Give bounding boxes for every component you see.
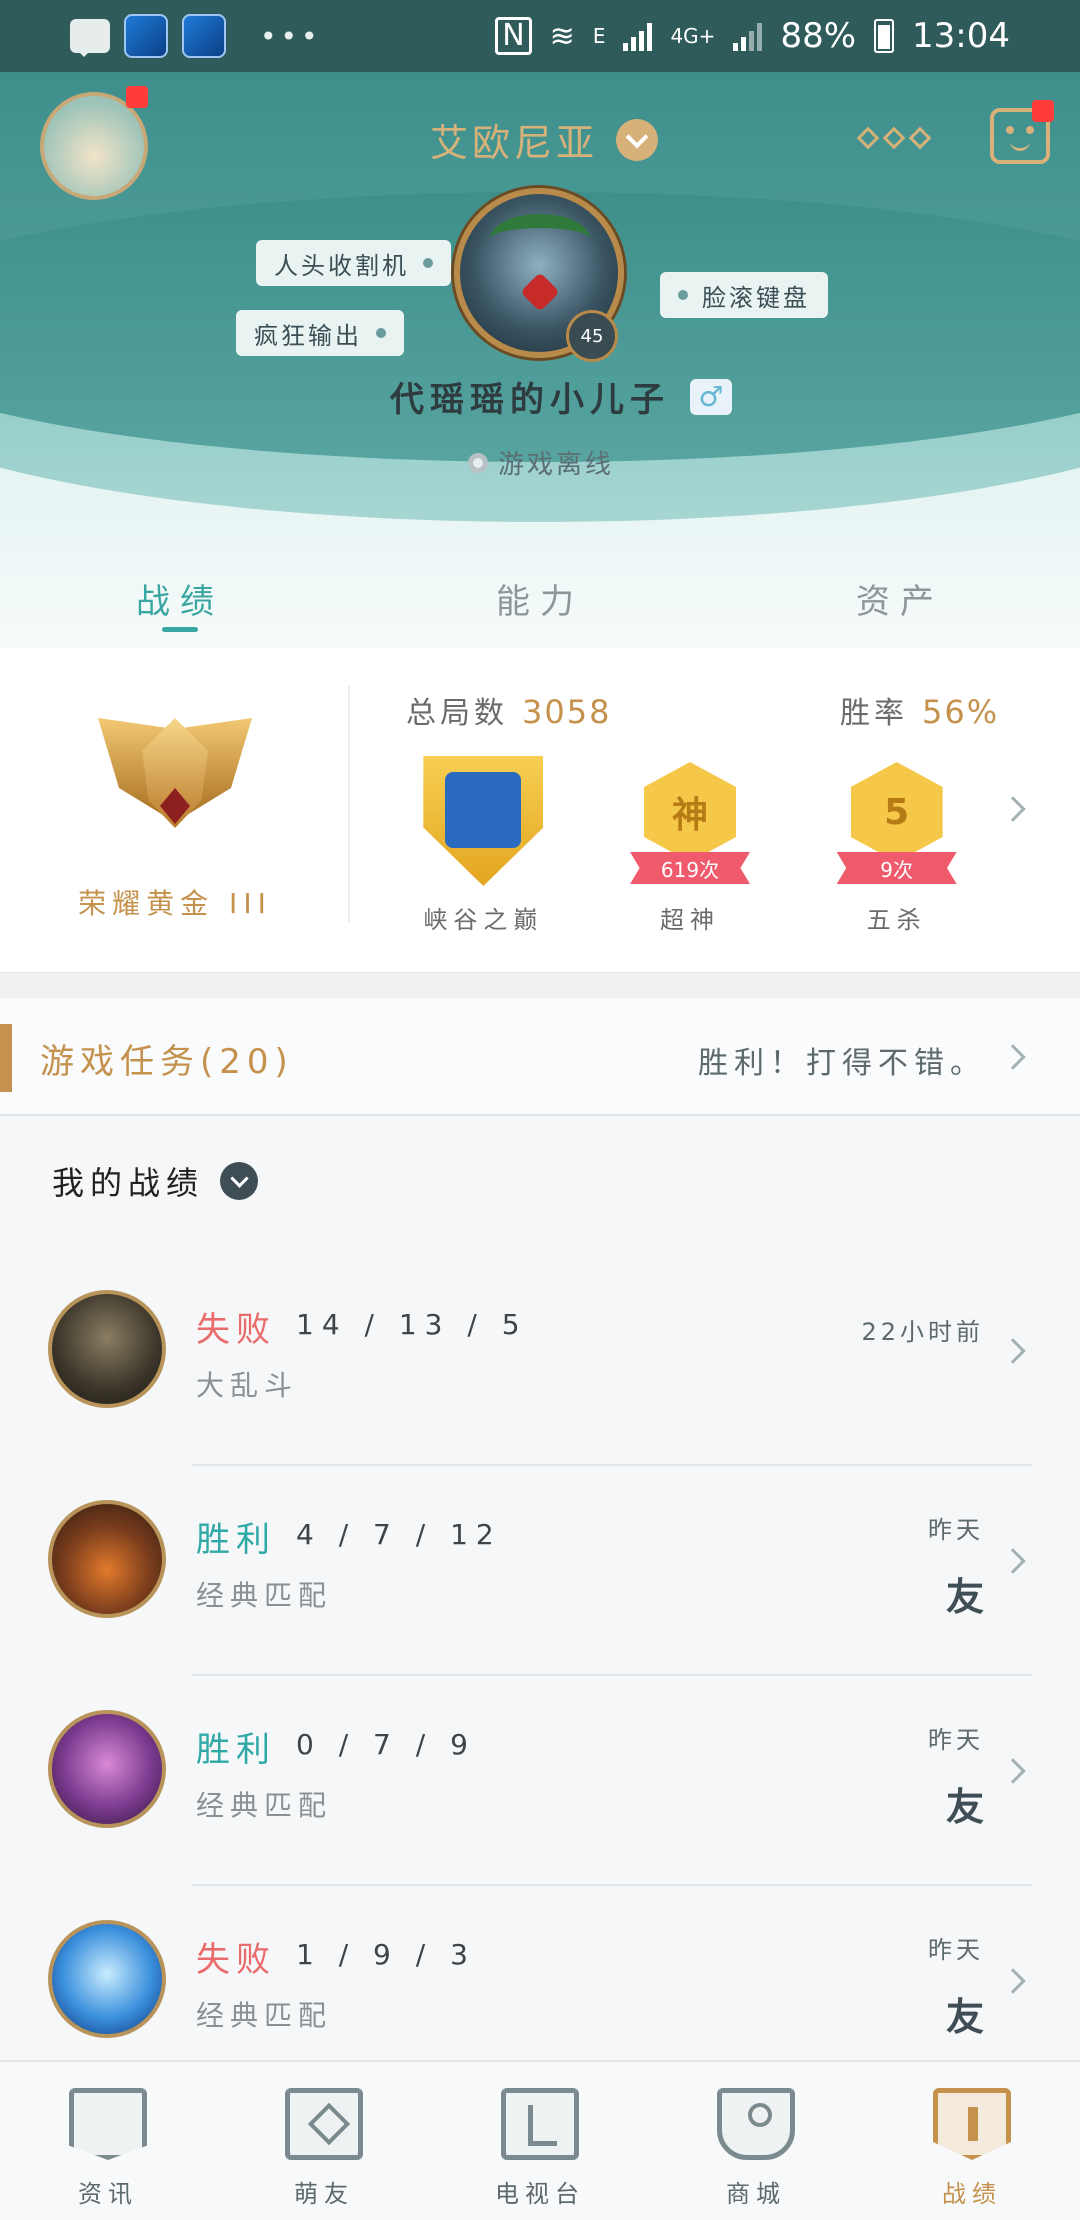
news-icon bbox=[69, 2088, 147, 2160]
battery-percent: 88% bbox=[780, 16, 857, 56]
nickname: 代瑶瑶的小儿子 ♂ bbox=[390, 372, 732, 421]
online-status: 游戏离线 bbox=[468, 444, 614, 481]
nav-record[interactable]: 战绩 bbox=[864, 2062, 1080, 2220]
nav-news[interactable]: 资讯 bbox=[0, 2062, 216, 2220]
bottom-navigation: 资讯 萌友 电视台 商城 战绩 bbox=[0, 2060, 1080, 2220]
match-time: 昨天 bbox=[928, 1726, 984, 1754]
battery-icon bbox=[874, 19, 895, 53]
message-notification-icon bbox=[70, 19, 110, 57]
match-mode: 经典匹配 bbox=[196, 1999, 333, 2032]
match-history-filter[interactable]: 我的战绩 bbox=[52, 1158, 259, 1204]
friend-badge: 友 bbox=[945, 1995, 984, 2039]
champion-avatar bbox=[48, 1710, 166, 1828]
match-kda: 1 / 9 / 3 bbox=[296, 1938, 476, 1971]
chevron-right-icon bbox=[1000, 1758, 1026, 1784]
match-row[interactable]: 胜利 4 / 7 / 12 经典匹配 昨天 友 bbox=[0, 1466, 1080, 1676]
chevron-right-icon bbox=[1000, 1548, 1026, 1574]
match-result: 胜利 bbox=[196, 1730, 276, 1770]
shop-bag-icon bbox=[717, 2088, 795, 2160]
more-notifications-icon: ••• bbox=[260, 19, 322, 53]
nav-friends[interactable]: 萌友 bbox=[216, 2062, 432, 2220]
match-result: 失败 bbox=[196, 1940, 276, 1980]
user-avatar[interactable] bbox=[40, 92, 148, 200]
tab-ability[interactable]: 能力 bbox=[360, 548, 720, 648]
match-kda: 4 / 7 / 12 bbox=[296, 1518, 502, 1551]
match-time: 昨天 bbox=[928, 1516, 984, 1544]
offline-indicator-icon bbox=[468, 452, 488, 473]
tab-assets[interactable]: 资产 bbox=[720, 548, 1080, 648]
badge-legendary: 神 619次 超神 bbox=[587, 756, 794, 935]
rank-name: 荣耀黄金 III bbox=[78, 887, 272, 920]
chevron-down-icon bbox=[616, 118, 659, 161]
summit-badge-icon bbox=[423, 756, 544, 886]
app-notification-icon bbox=[124, 14, 168, 58]
tag-chip: 人头收割机 bbox=[256, 240, 451, 286]
gender-male-icon: ♂ bbox=[690, 378, 732, 415]
champion-avatar bbox=[48, 1920, 166, 2038]
match-mode: 经典匹配 bbox=[196, 1789, 333, 1822]
friend-badge: 友 bbox=[945, 1785, 984, 1829]
champion-avatar bbox=[48, 1290, 166, 1408]
signal-icon-2 bbox=[733, 21, 763, 51]
assistant-notification-dot bbox=[1032, 100, 1054, 122]
chevron-right-icon[interactable] bbox=[1000, 796, 1026, 822]
stats-card[interactable]: 荣耀黄金 III 总局数 3058 胜率 56% 峡谷之巅 神 619次 超神 … bbox=[0, 648, 1080, 972]
badge-summit: 峡谷之巅 bbox=[380, 756, 587, 935]
network-type-e: E bbox=[592, 24, 606, 48]
server-name: 艾欧尼亚 bbox=[430, 121, 599, 165]
nfc-icon: N bbox=[495, 17, 532, 55]
match-mode: 经典匹配 bbox=[196, 1579, 333, 1612]
clock: 13:04 bbox=[912, 16, 1010, 56]
tab-record[interactable]: 战绩 bbox=[0, 548, 360, 648]
signal-icon bbox=[623, 21, 653, 51]
friend-badge: 友 bbox=[945, 1575, 984, 1619]
nav-shop[interactable]: 商城 bbox=[648, 2062, 864, 2220]
match-kda: 14 / 13 / 5 bbox=[296, 1308, 528, 1341]
app-notification-icon-2 bbox=[182, 14, 226, 58]
tag-chip: 脸滚键盘 bbox=[660, 272, 828, 318]
match-kda: 0 / 7 / 9 bbox=[296, 1728, 476, 1761]
chevron-right-icon bbox=[1000, 1338, 1026, 1364]
tag-chip: 疯狂输出 bbox=[236, 310, 404, 356]
chevron-right-icon bbox=[1000, 1968, 1026, 1994]
achievement-badges: 峡谷之巅 神 619次 超神 5 9次 五杀 bbox=[380, 756, 1000, 935]
match-result: 失败 bbox=[196, 1310, 276, 1350]
tv-icon bbox=[501, 2088, 579, 2160]
more-options-icon[interactable] bbox=[856, 126, 932, 150]
total-games: 总局数 3058 bbox=[406, 693, 612, 731]
nav-tv[interactable]: 电视台 bbox=[432, 2062, 648, 2220]
wifi-icon: ≋ bbox=[549, 18, 575, 54]
badge-pentakill: 5 9次 五杀 bbox=[793, 756, 1000, 935]
tasks-title: 游戏任务(20) bbox=[40, 1042, 294, 1082]
game-tasks-row[interactable]: 游戏任务(20) 胜利！打得不错。 bbox=[0, 998, 1080, 1116]
match-row[interactable]: 失败 14 / 13 / 5 大乱斗 22小时前 bbox=[0, 1256, 1080, 1466]
match-time: 22小时前 bbox=[861, 1318, 984, 1346]
chevron-right-icon bbox=[1000, 1044, 1026, 1070]
chevron-down-icon bbox=[220, 1162, 259, 1200]
rank-section: 荣耀黄金 III bbox=[60, 688, 290, 922]
chat-heart-icon bbox=[285, 2088, 363, 2160]
match-mode: 大乱斗 bbox=[196, 1369, 299, 1402]
match-time: 昨天 bbox=[928, 1936, 984, 1964]
win-rate: 胜率 56% bbox=[840, 693, 1000, 731]
pentakill-badge-icon: 5 9次 bbox=[836, 756, 957, 886]
champion-avatar bbox=[48, 1500, 166, 1618]
profile-tabs: 战绩 能力 资产 bbox=[0, 548, 1080, 648]
record-shield-icon bbox=[933, 2088, 1011, 2160]
match-result: 胜利 bbox=[196, 1520, 276, 1560]
match-row[interactable]: 胜利 0 / 7 / 9 经典匹配 昨天 友 bbox=[0, 1676, 1080, 1886]
legendary-badge-icon: 神 619次 bbox=[630, 756, 750, 886]
avatar-notification-dot bbox=[126, 86, 148, 108]
tasks-message: 胜利！打得不错。 bbox=[698, 1046, 986, 1081]
gold-rank-emblem-icon bbox=[90, 688, 260, 858]
level-badge: 45 bbox=[566, 310, 618, 362]
network-type-4g: 4G+ bbox=[670, 24, 716, 48]
status-bar: ••• N ≋ E 4G+ 88% 13:04 bbox=[0, 0, 1080, 72]
server-selector[interactable]: 艾欧尼亚 bbox=[430, 112, 659, 167]
